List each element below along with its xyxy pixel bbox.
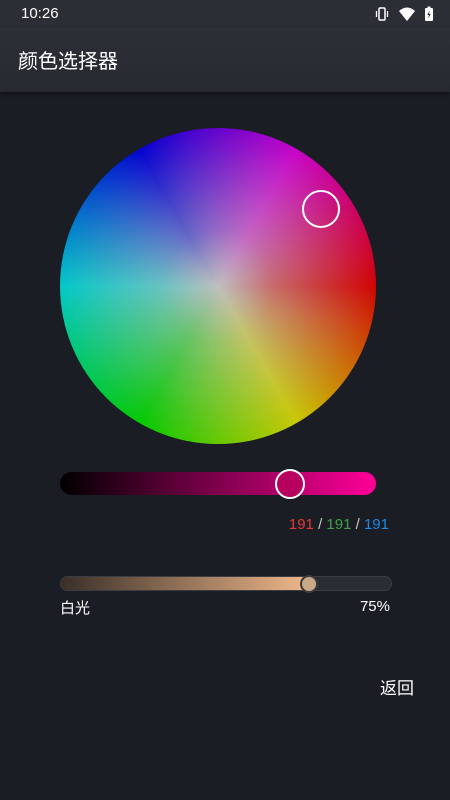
color-wheel-container [60, 128, 376, 444]
rgb-readout: 191 / 191 / 191 [289, 516, 389, 533]
color-wheel[interactable] [60, 128, 376, 444]
rgb-separator: / [318, 516, 323, 533]
white-light-slider-thumb[interactable] [300, 575, 318, 593]
white-light-percent: 75% [359, 598, 390, 615]
white-light-slider-fill [61, 577, 309, 590]
rgb-blue-value: 191 [363, 516, 389, 533]
battery-charging-icon [425, 6, 433, 21]
app-bar: 颜色选择器 [0, 28, 450, 92]
status-bar: 10:26 [0, 0, 450, 28]
vibrate-icon [375, 7, 389, 21]
color-wheel-handle[interactable] [302, 190, 340, 228]
status-time: 10:26 [21, 5, 59, 22]
rgb-green-value: 191 [326, 516, 352, 533]
wifi-icon [399, 7, 415, 21]
status-icons [374, 6, 434, 22]
page-title: 颜色选择器 [18, 49, 118, 73]
brightness-slider[interactable] [60, 472, 376, 495]
rgb-red-value: 191 [288, 516, 314, 533]
rgb-separator: / [355, 516, 360, 533]
white-light-label: 白光 [60, 599, 91, 617]
white-light-slider[interactable] [60, 576, 392, 591]
brightness-slider-thumb[interactable] [275, 469, 305, 499]
back-button[interactable]: 返回 [380, 674, 414, 699]
